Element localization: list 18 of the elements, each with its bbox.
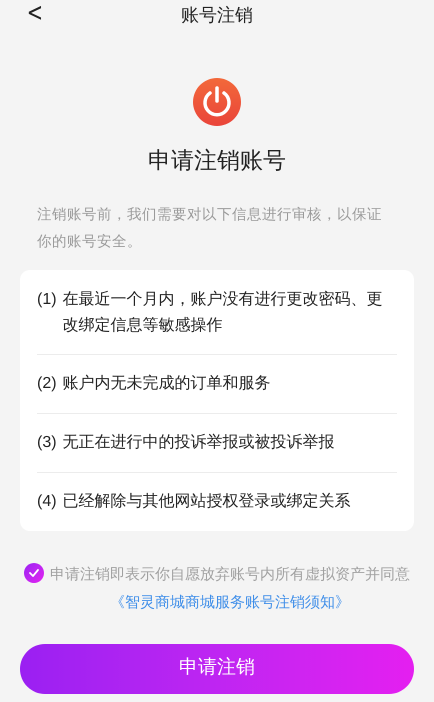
power-icon xyxy=(193,78,241,126)
intro-text: 注销账号前，我们需要对以下信息进行审核，以保证你的账号安全。 xyxy=(37,206,383,252)
condition-text: 无正在进行中的投诉举报或被投诉举报 xyxy=(62,432,335,452)
item-number: (1) xyxy=(37,290,57,310)
condition-text: 账户内无未完成的订单和服务 xyxy=(62,374,271,394)
back-button[interactable]: < xyxy=(26,0,44,26)
heading: 申请注销账号 xyxy=(147,146,287,175)
item-number: (4) xyxy=(37,492,57,512)
page-title: 账号注销 xyxy=(181,4,253,26)
condition-text: 已经解除与其他网站授权登录或绑定关系 xyxy=(62,492,351,512)
condition-text: 在最近一个月内，账户没有进行更改密码、更改绑定信息等敏感操作 xyxy=(62,290,384,336)
item-number: (3) xyxy=(37,432,57,452)
check-icon xyxy=(28,566,40,578)
terms-link[interactable]: 《智灵商城商城服务账号注销须知》 xyxy=(110,594,350,610)
item-number: (2) xyxy=(37,374,57,394)
agree-checkbox[interactable] xyxy=(24,562,44,582)
agreement-text: 申请注销即表示你自愿放弃账号内所有虚拟资产并同意 《智灵商城商城服务账号注销须知》 xyxy=(50,564,410,612)
submit-button[interactable]: 申请注销 xyxy=(20,644,414,694)
